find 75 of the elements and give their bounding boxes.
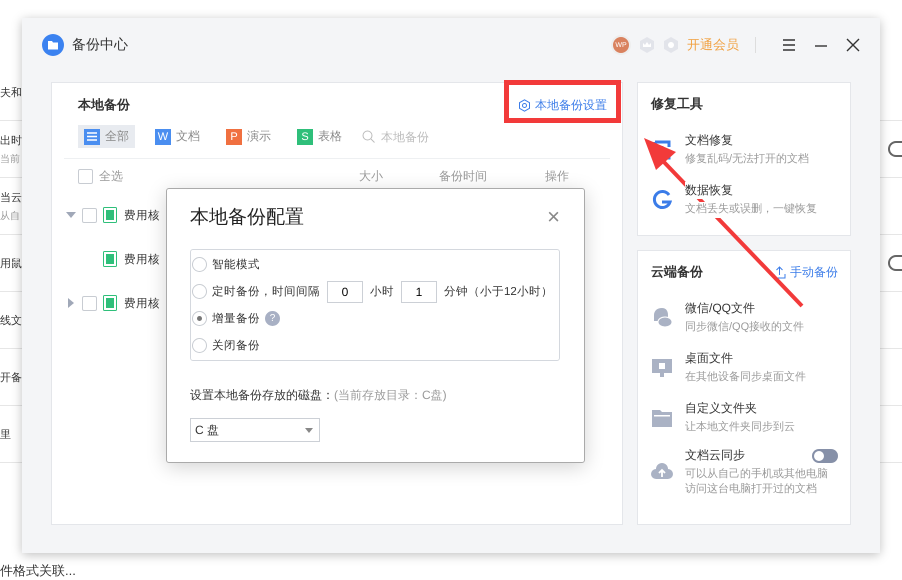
close-button[interactable]: ×	[547, 206, 560, 228]
disk-label: 设置本地备份存放的磁盘：	[190, 387, 334, 404]
window-title: 备份中心	[72, 36, 129, 54]
mode-label: 智能模式	[212, 258, 260, 272]
crown-icon	[639, 37, 655, 53]
close-icon[interactable]	[846, 38, 860, 52]
manual-backup-link[interactable]: 手动备份	[773, 264, 838, 280]
disk-select[interactable]: C 盘	[190, 418, 320, 442]
radio-button[interactable]	[192, 338, 207, 353]
unit-label: 分钟（小于12小时）	[444, 284, 553, 299]
file-name: 费用核	[124, 296, 160, 310]
menu-icon[interactable]	[782, 38, 796, 52]
select-all-checkbox[interactable]	[78, 168, 93, 184]
sheet-icon: S	[297, 128, 313, 144]
sheet-file-icon	[103, 295, 118, 311]
background-text: 用鼠	[0, 256, 22, 270]
mode-label: 增量备份	[212, 312, 260, 326]
coin-icon	[663, 37, 679, 53]
filter-tab[interactable]: S 表格	[291, 125, 348, 148]
checkbox[interactable]	[82, 296, 97, 310]
background-subtext: 当前	[0, 152, 21, 166]
background-text: 当云	[0, 190, 22, 204]
card-title: 云端备份	[651, 263, 703, 281]
sheet-file-icon	[103, 207, 118, 223]
cloud-folder-logo-icon	[42, 34, 64, 56]
radio-button[interactable]	[192, 311, 207, 326]
folder-icon	[651, 407, 673, 429]
settings-icon	[518, 98, 531, 112]
ppt-icon: P	[226, 128, 242, 144]
mode-label: 定时备份，时间间隔	[212, 284, 320, 299]
settings-link[interactable]: 本地备份设置	[518, 96, 607, 114]
monitor-icon	[651, 357, 673, 379]
caret-down-icon	[305, 428, 313, 432]
cloud-item-title[interactable]: 微信/QQ文件	[685, 300, 756, 318]
radio-button[interactable]	[192, 284, 207, 299]
cloud-item-title[interactable]: 文档云同步	[685, 447, 745, 464]
toggle-icon[interactable]	[888, 255, 902, 271]
sync-toggle[interactable]	[812, 448, 838, 462]
caret-right-icon[interactable]	[66, 298, 76, 308]
unit-label: 小时	[370, 284, 394, 299]
disk-hint: (当前存放目录：C盘)	[334, 387, 447, 404]
chat-icon	[651, 307, 673, 329]
filter-tab[interactable]: P 演示	[220, 125, 277, 148]
hours-field[interactable]: 0	[327, 280, 363, 302]
background-subtext: 从自	[0, 210, 21, 222]
caret-down-icon[interactable]	[66, 210, 76, 220]
help-icon[interactable]: ?	[265, 311, 280, 326]
minutes-field[interactable]: 1	[401, 280, 437, 302]
background-text: 开备	[0, 370, 22, 384]
tool-title[interactable]: 数据恢复	[685, 182, 733, 200]
sheet-file-icon	[103, 251, 118, 267]
file-name: 费用核	[124, 252, 160, 266]
card-title: 修复工具	[651, 95, 703, 113]
background-text: 夫和	[0, 86, 22, 100]
filter-tab[interactable]: W 文档	[149, 125, 206, 148]
background-text: 里	[0, 428, 12, 442]
toggle-icon[interactable]	[888, 141, 902, 157]
file-name: 费用核	[124, 208, 160, 222]
list-icon	[84, 128, 100, 144]
panel-title: 本地备份	[78, 96, 130, 114]
radio-button[interactable]	[192, 257, 207, 272]
doc-icon: W	[155, 128, 171, 144]
column-header: 操作	[545, 168, 570, 184]
background-text: 出时	[0, 134, 22, 148]
checkbox[interactable]	[82, 208, 97, 222]
mode-label: 关闭备份	[212, 338, 260, 353]
filter-tab[interactable]: 全部	[78, 125, 135, 148]
dialog-title: 本地备份配置	[190, 206, 304, 230]
background-text: 线文	[0, 314, 22, 328]
search-icon	[362, 130, 375, 143]
select-all-label: 全选	[99, 168, 124, 184]
column-header: 大小	[359, 168, 384, 184]
column-header: 备份时间	[439, 168, 488, 184]
background-text: 件格式关联...	[0, 562, 76, 580]
recovery-icon	[651, 189, 673, 211]
